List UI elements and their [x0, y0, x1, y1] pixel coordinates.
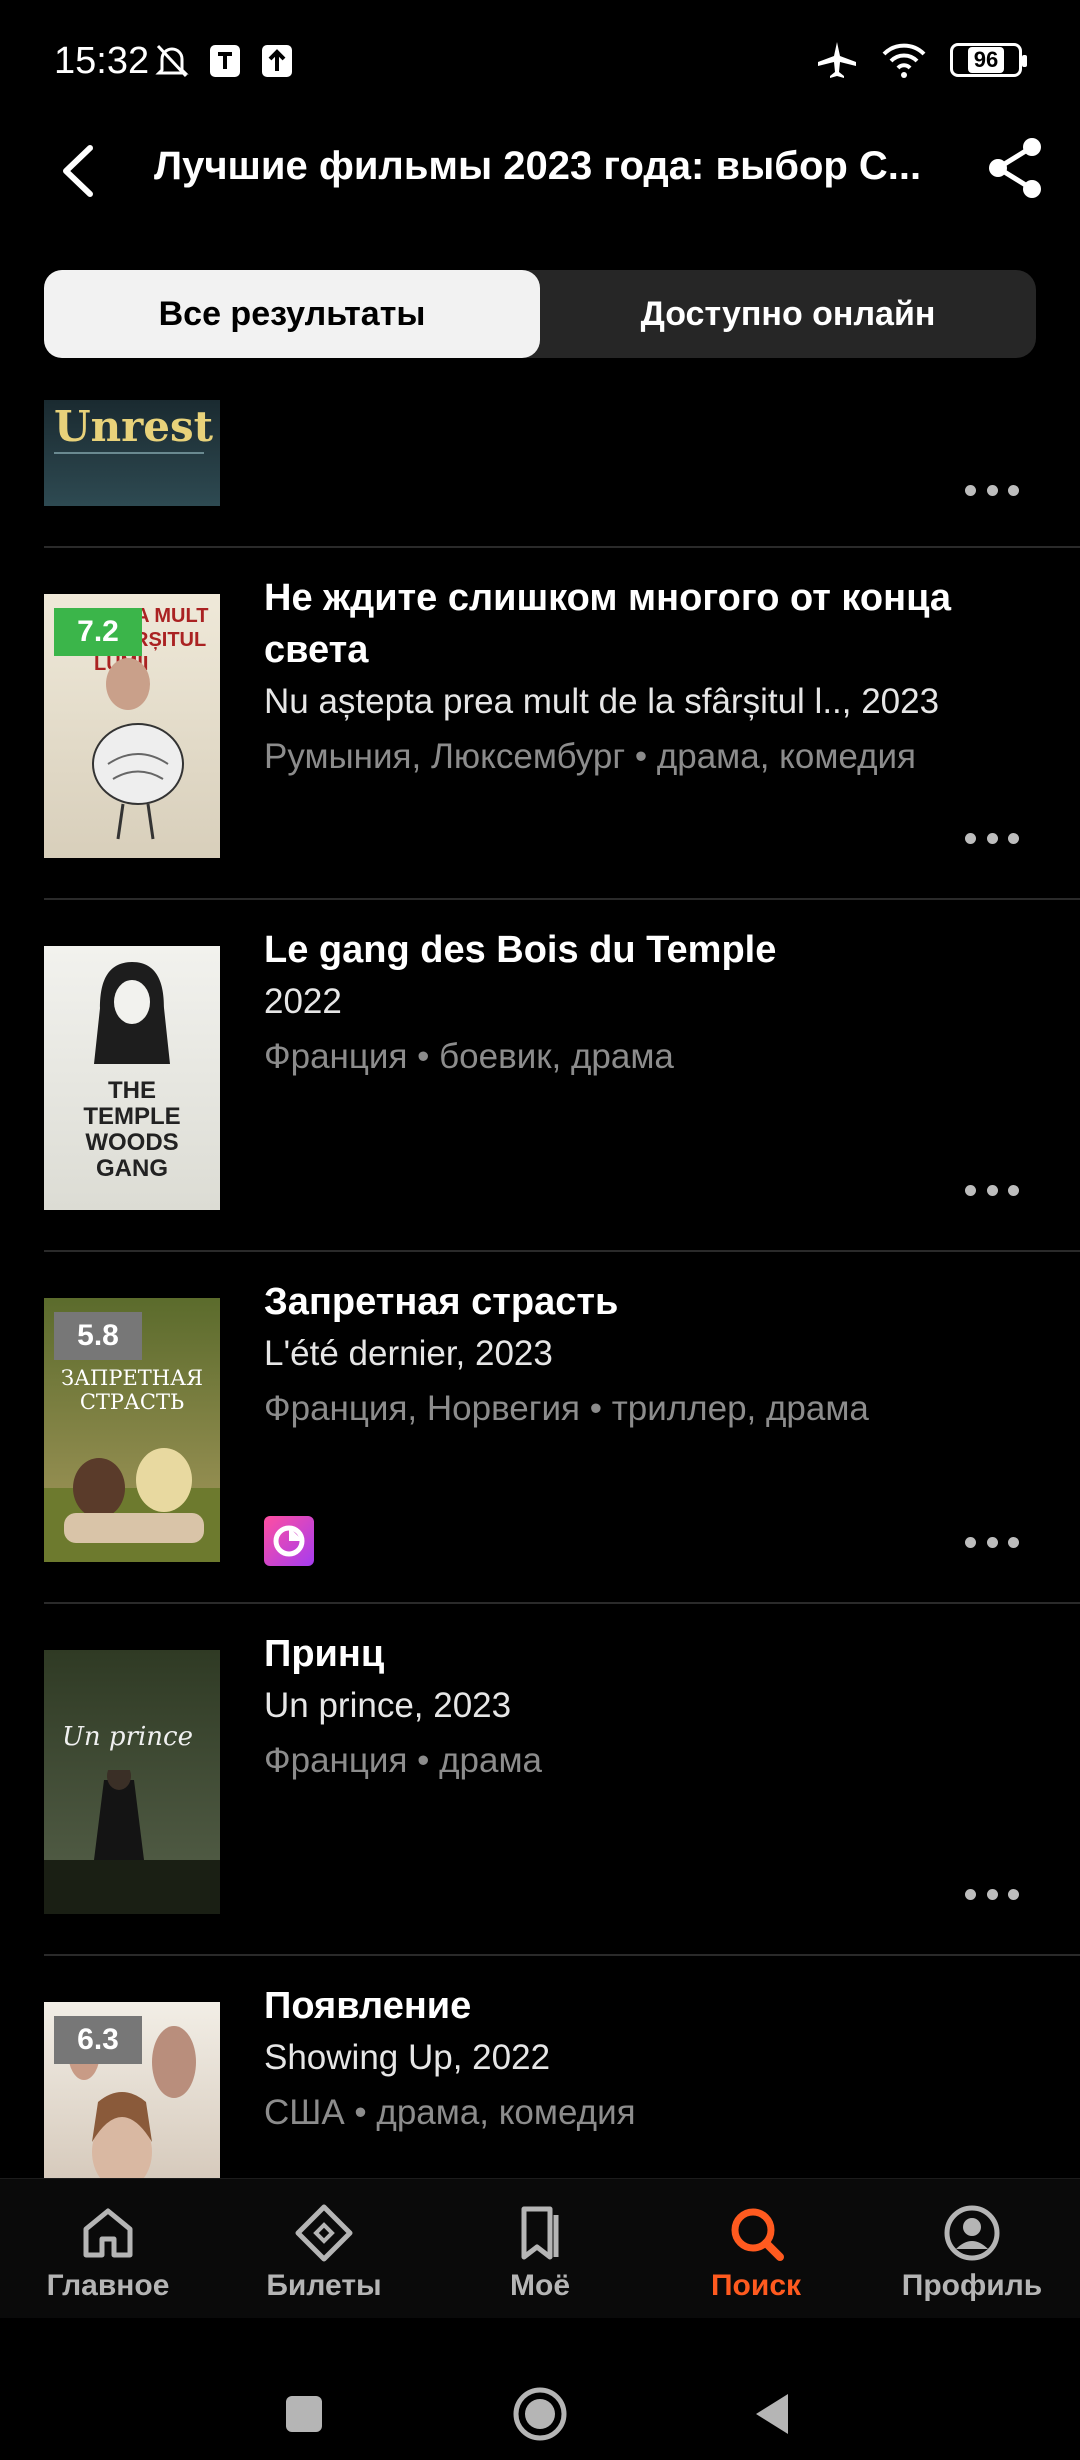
nav-label: Главное	[46, 2269, 170, 2302]
poster-illustration	[92, 658, 184, 840]
back-button[interactable]	[50, 136, 110, 206]
list-item[interactable]: Unrest	[0, 400, 1080, 550]
movie-meta: Франция • драма	[264, 1741, 543, 1780]
movie-title: Появление	[264, 1985, 472, 2027]
airplane-icon	[818, 42, 856, 78]
rating-badge: 7.2	[54, 608, 142, 656]
movie-original-title: 2022	[264, 982, 342, 1021]
movie-meta: Румыния, Люксембург • драма, комедия	[264, 737, 917, 776]
list-item[interactable]: ЗАПРЕТНАЯ СТРАСТЬ 5.8 Запретная страсть …	[0, 1252, 1080, 1604]
poster-title-text: ЗАПРЕТНАЯ СТРАСТЬ	[61, 1366, 203, 1414]
list-item[interactable]: THE TEMPLE WOODS GANG Le gang des Bois d…	[0, 900, 1080, 1252]
recent-apps-icon[interactable]	[284, 2394, 324, 2434]
nav-tickets[interactable]: Билеты	[216, 2179, 432, 2319]
nav-search[interactable]: Поиск	[648, 2179, 864, 2319]
battery-icon: 96	[950, 43, 1027, 77]
movie-title: Le gang des Bois du Temple	[264, 929, 777, 971]
shield-icon	[210, 45, 240, 77]
list-item[interactable]: Un prince Принц Un prince, 2023 Франция …	[0, 1604, 1080, 1956]
profile-icon	[944, 2205, 1000, 2261]
nav-profile[interactable]: Профиль	[864, 2179, 1080, 2319]
ticket-icon	[295, 2204, 353, 2262]
movie-original-title: L'été dernier, 2023	[264, 1334, 553, 1373]
list-item[interactable]: 6.3 Появление Showing Up, 2022 США • дра…	[0, 1956, 1080, 2178]
movie-original-title: Showing Up, 2022	[264, 2038, 551, 2077]
list-item[interactable]: PREA MULT SFÂRȘITUL LUMII 7.2 Не ждите с…	[0, 548, 1080, 900]
battery-level: 96	[967, 47, 1005, 73]
more-options-button[interactable]	[965, 480, 1019, 500]
system-navigation-bar	[0, 2318, 1080, 2460]
movie-original-title: Nu așteptа prea mult de la sfârșitul l..…	[264, 682, 940, 721]
bookmark-icon	[521, 2206, 559, 2260]
more-options-button[interactable]	[965, 1180, 1019, 1200]
tab-available-online[interactable]: Доступно онлайн	[540, 270, 1036, 358]
share-button[interactable]	[984, 133, 1048, 203]
poster-illustration	[94, 962, 170, 1064]
back-system-icon[interactable]	[752, 2392, 792, 2436]
bottom-navigation: Главное Билеты Моё Поиск Профиль	[0, 2178, 1080, 2318]
nav-label: Поиск	[710, 2269, 802, 2302]
mute-bell-icon	[155, 44, 189, 78]
status-time: 15:32	[54, 40, 150, 82]
nav-home[interactable]: Главное	[0, 2179, 216, 2319]
wifi-icon	[882, 43, 926, 78]
movie-poster: ЗАПРЕТНАЯ СТРАСТЬ 5.8	[44, 1298, 220, 1562]
more-options-button[interactable]	[965, 1532, 1019, 1552]
movie-original-title: Un prince, 2023	[264, 1686, 512, 1725]
poster-title-text: Unrest	[54, 402, 214, 451]
upload-icon	[262, 45, 292, 77]
movie-poster: PREA MULT SFÂRȘITUL LUMII 7.2	[44, 594, 220, 858]
more-options-button[interactable]	[965, 828, 1019, 848]
tab-all-results[interactable]: Все результаты	[44, 270, 540, 358]
movie-meta: Франция • боевик, драма	[264, 1037, 674, 1076]
movie-title: Принц	[264, 1633, 385, 1675]
movie-poster: THE TEMPLE WOODS GANG	[44, 946, 220, 1210]
streaming-service-icon	[264, 1516, 314, 1566]
search-icon	[731, 2208, 784, 2261]
poster-title-text: Un prince	[62, 1722, 194, 1752]
nav-my[interactable]: Моё	[432, 2179, 648, 2319]
movie-list[interactable]: Unrest PREA MULT SFÂRȘITUL LUMII 7.2 Не …	[0, 400, 1080, 2178]
movie-poster: Unrest	[44, 400, 220, 506]
rating-badge: 5.8	[54, 1312, 142, 1360]
home-icon	[83, 2208, 133, 2258]
nav-label: Профиль	[901, 2269, 1043, 2302]
movie-poster: 6.3	[44, 2002, 220, 2178]
rating-badge: 6.3	[54, 2016, 142, 2064]
nav-label: Билеты	[266, 2269, 382, 2302]
movie-poster: Un prince	[44, 1650, 220, 1914]
page-title: Лучшие фильмы 2023 года: выбор С...	[154, 144, 922, 188]
poster-illustration	[44, 1448, 220, 1562]
movie-meta: Франция, Норвегия • триллер, драма	[264, 1389, 869, 1428]
poster-title-text: THE TEMPLE WOODS GANG	[83, 1077, 181, 1182]
status-bar: 15:32 96	[0, 0, 1080, 128]
home-system-icon[interactable]	[512, 2386, 568, 2442]
nav-label: Моё	[510, 2269, 570, 2302]
poster-illustration	[44, 1770, 220, 1914]
movie-title: Запретная страсть	[264, 1281, 619, 1323]
movie-title: Не ждите слишком многого от конца света	[264, 577, 952, 671]
results-filter-tabs: Все результаты Доступно онлайн	[44, 270, 1036, 358]
movie-meta: США • драма, комедия	[264, 2093, 636, 2132]
more-options-button[interactable]	[965, 1884, 1019, 1904]
